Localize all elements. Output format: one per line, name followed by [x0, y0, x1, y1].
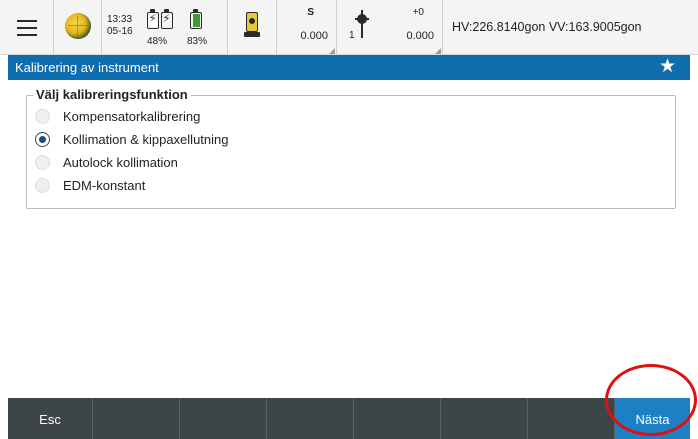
face-label: S	[307, 7, 314, 18]
option-label: Kompensatorkalibrering	[63, 109, 201, 124]
next-button[interactable]: Nästa	[615, 398, 690, 439]
status-bar: 13:33 05-16 ⚡ ⚡ 48% 83% S 0.000 1 +0 0.0…	[0, 0, 698, 55]
softkey-empty-6[interactable]	[528, 398, 615, 439]
group-legend: Välj kalibreringsfunktion	[33, 87, 191, 102]
next-label: Nästa	[635, 412, 670, 427]
radio-button[interactable]	[35, 178, 50, 193]
instrument-button[interactable]	[227, 0, 277, 55]
esc-label: Esc	[39, 412, 61, 427]
radio-button-selected[interactable]	[35, 132, 50, 147]
option-compensator-calibration[interactable]: Kompensatorkalibrering	[35, 106, 435, 128]
offset-label: +0	[412, 7, 424, 18]
clock-date: 05-16	[107, 26, 133, 37]
option-label: Autolock kollimation	[63, 155, 178, 170]
softkey-bar: Esc Nästa	[8, 398, 690, 439]
title-bar: Kalibrering av instrument ★	[8, 55, 690, 80]
page-title: Kalibrering av instrument	[15, 60, 159, 75]
corner-indicator-icon	[435, 48, 441, 54]
option-autolock-collimation[interactable]: Autolock kollimation	[35, 152, 435, 174]
softkey-empty-5[interactable]	[441, 398, 528, 439]
globe-icon	[65, 13, 91, 39]
battery-icon	[190, 9, 202, 29]
option-edm-constant[interactable]: EDM-konstant	[35, 175, 435, 197]
prism-offset[interactable]: +0 0.000	[377, 0, 443, 55]
radio-button[interactable]	[35, 155, 50, 170]
option-label: Kollimation & kippaxellutning	[63, 132, 229, 147]
softkey-empty-3[interactable]	[267, 398, 354, 439]
face-indicator[interactable]: S 0.000	[277, 0, 337, 55]
battery-charging-icon-2: ⚡	[161, 9, 173, 29]
main-content: Välj kalibreringsfunktion Kompensatorkal…	[8, 80, 690, 398]
angle-readout[interactable]: HV:226.8140gon VV:163.9005gon	[452, 20, 642, 34]
softkey-empty-2[interactable]	[180, 398, 267, 439]
option-collimation-tilt-axis[interactable]: Kollimation & kippaxellutning	[35, 129, 435, 151]
battery2-percent: 83%	[187, 36, 208, 47]
status-time-battery[interactable]: 13:33 05-16 ⚡ ⚡ 48% 83%	[102, 0, 227, 55]
battery-charging-icon: ⚡	[147, 9, 159, 29]
battery1-percent: 48%	[147, 36, 168, 47]
offset-value: 0.000	[406, 30, 434, 42]
softkey-empty-1[interactable]	[93, 398, 180, 439]
job-button[interactable]	[54, 0, 102, 55]
prism-pole-icon	[355, 10, 369, 40]
prism-number: 1	[349, 30, 355, 41]
clock-time: 13:33	[107, 14, 133, 25]
softkey-empty-4[interactable]	[354, 398, 441, 439]
face-value: 0.000	[300, 30, 328, 42]
calibration-function-group: Välj kalibreringsfunktion Kompensatorkal…	[26, 87, 676, 209]
total-station-icon	[244, 12, 260, 40]
option-label: EDM-konstant	[63, 178, 146, 193]
prism-button[interactable]: 1	[337, 0, 377, 55]
menu-button[interactable]	[0, 0, 54, 55]
esc-button[interactable]: Esc	[8, 398, 93, 439]
corner-indicator-icon	[329, 48, 335, 54]
radio-button[interactable]	[35, 109, 50, 124]
favorite-star-icon[interactable]: ★	[659, 56, 676, 78]
